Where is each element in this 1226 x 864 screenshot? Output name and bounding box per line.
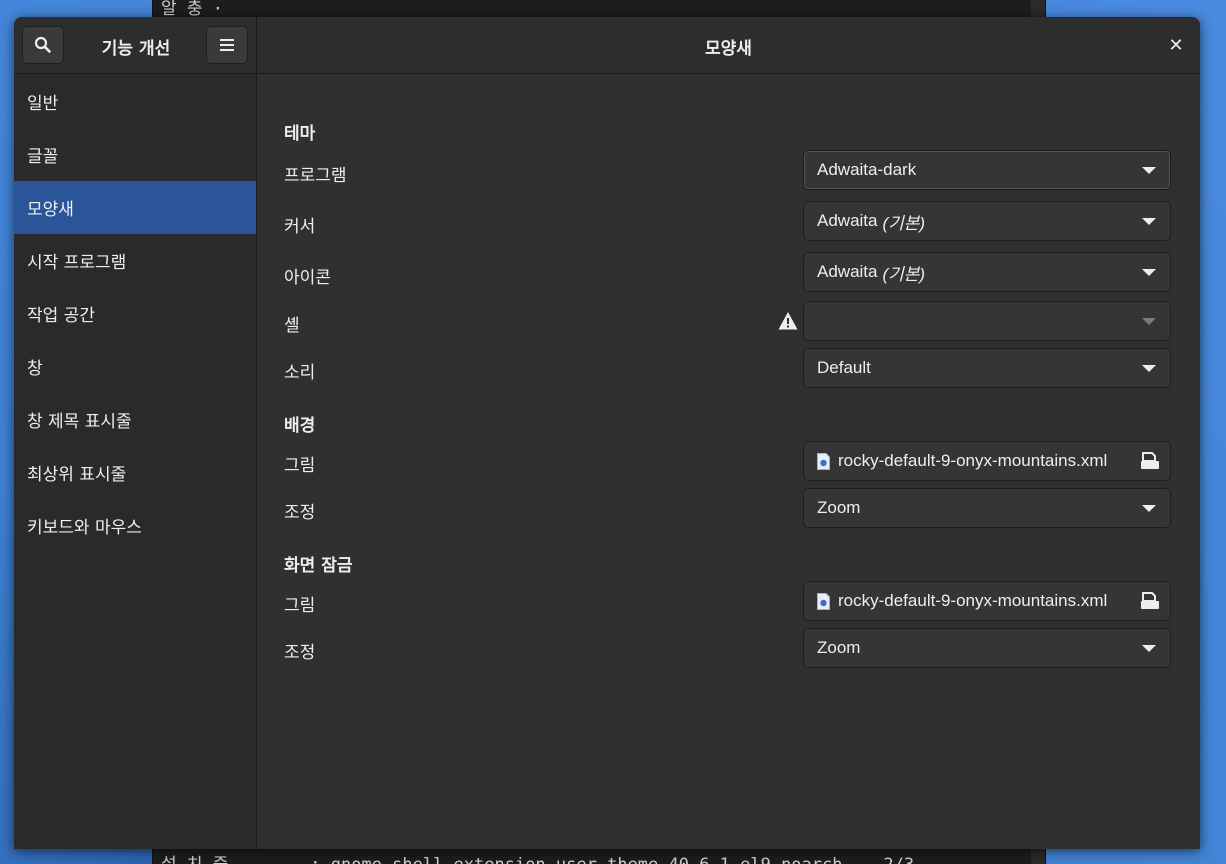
cursor-label: 커서 bbox=[284, 217, 316, 237]
background-adjustment-dropdown[interactable]: Zoom bbox=[803, 488, 1171, 528]
header-left: 기능 개선 bbox=[14, 17, 257, 74]
app-title: 기능 개선 bbox=[101, 39, 171, 59]
xml-file-icon bbox=[817, 452, 830, 470]
applications-theme-dropdown[interactable]: Adwaita-dark bbox=[803, 150, 1171, 190]
section-title-background: 배경 bbox=[284, 416, 316, 436]
chevron-down-icon bbox=[1142, 269, 1156, 276]
sidebar-item-top-bar[interactable]: 최상위 표시줄 bbox=[14, 446, 256, 499]
close-button[interactable]: ✕ bbox=[1166, 34, 1186, 56]
sound-theme-dropdown[interactable]: Default bbox=[803, 348, 1171, 388]
sidebar-item-keyboard-mouse[interactable]: 키보드와 마우스 bbox=[14, 499, 256, 552]
sidebar-item-startup-applications[interactable]: 시작 프로그램 bbox=[14, 234, 256, 287]
document-open-icon bbox=[1141, 452, 1159, 469]
sidebar-item-window-titlebars[interactable]: 창 제목 표시줄 bbox=[14, 393, 256, 446]
background-image-value: rocky-default-9-onyx-mountains.xml bbox=[838, 451, 1108, 470]
chevron-down-icon bbox=[1142, 167, 1156, 174]
lock-screen-adjustment-dropdown[interactable]: Zoom bbox=[803, 628, 1171, 668]
xml-file-icon bbox=[817, 592, 830, 610]
lock-screen-adjustment-label: 조정 bbox=[284, 643, 316, 663]
warning-icon bbox=[778, 312, 798, 330]
chevron-down-icon bbox=[1142, 218, 1156, 225]
close-icon: ✕ bbox=[1168, 34, 1184, 56]
chevron-down-icon bbox=[1142, 318, 1156, 325]
document-open-icon bbox=[1141, 592, 1159, 609]
section-title-themes: 테마 bbox=[284, 124, 316, 144]
chevron-down-icon bbox=[1142, 505, 1156, 512]
search-icon bbox=[34, 36, 51, 53]
background-adjustment-label: 조정 bbox=[284, 503, 316, 523]
chevron-down-icon bbox=[1142, 365, 1156, 372]
shell-theme-dropdown[interactable] bbox=[803, 301, 1171, 341]
icons-theme-default-note: (기본) bbox=[882, 264, 926, 284]
hamburger-menu-icon bbox=[220, 39, 234, 51]
icons-theme-dropdown[interactable]: Adwaita (기본) bbox=[803, 252, 1171, 292]
applications-label: 프로그램 bbox=[284, 166, 347, 186]
cursor-theme-value: Adwaita bbox=[817, 211, 878, 230]
sidebar-item-general[interactable]: 일반 bbox=[14, 75, 256, 128]
header-bar: 기능 개선 모양새 ✕ bbox=[14, 17, 1200, 74]
lock-screen-image-label: 그림 bbox=[284, 596, 316, 616]
background-image-chooser[interactable]: rocky-default-9-onyx-mountains.xml bbox=[803, 441, 1171, 481]
lock-screen-image-chooser[interactable]: rocky-default-9-onyx-mountains.xml bbox=[803, 581, 1171, 621]
menu-button[interactable] bbox=[206, 26, 248, 64]
cursor-theme-dropdown[interactable]: Adwaita (기본) bbox=[803, 201, 1171, 241]
sidebar: 일반 글꼴 모양새 시작 프로그램 작업 공간 창 창 제목 표시줄 최상위 표… bbox=[14, 75, 257, 849]
chevron-down-icon bbox=[1142, 645, 1156, 652]
sidebar-item-windows[interactable]: 창 bbox=[14, 340, 256, 393]
background-image-label: 그림 bbox=[284, 456, 316, 476]
sidebar-item-fonts[interactable]: 글꼴 bbox=[14, 128, 256, 181]
appearance-panel: 테마 프로그램 Adwaita-dark 커서 Adwaita (기본) 아이콘… bbox=[258, 75, 1200, 849]
lock-screen-image-value: rocky-default-9-onyx-mountains.xml bbox=[838, 591, 1108, 610]
page-title: 모양새 bbox=[705, 39, 752, 59]
icons-label: 아이콘 bbox=[284, 268, 331, 288]
tweaks-window: 기능 개선 모양새 ✕ 일반 글꼴 모양새 시작 프로그램 작업 공간 창 창 … bbox=[14, 17, 1200, 849]
sound-theme-value: Default bbox=[817, 358, 871, 377]
icons-theme-value: Adwaita bbox=[817, 262, 878, 281]
lock-screen-adjustment-value: Zoom bbox=[817, 638, 861, 657]
shell-label: 셸 bbox=[284, 316, 300, 336]
sound-label: 소리 bbox=[284, 363, 316, 383]
sidebar-item-appearance[interactable]: 모양새 bbox=[14, 181, 256, 234]
applications-theme-value: Adwaita-dark bbox=[817, 160, 917, 179]
terminal-bottom-line: 설 치 중 : gnome-shell-extension-user-theme… bbox=[161, 850, 914, 864]
search-button[interactable] bbox=[22, 26, 64, 64]
sidebar-item-workspaces[interactable]: 작업 공간 bbox=[14, 287, 256, 340]
cursor-theme-default-note: (기본) bbox=[882, 213, 926, 233]
background-adjustment-value: Zoom bbox=[817, 498, 861, 517]
section-title-lock-screen: 화면 잠금 bbox=[284, 556, 353, 576]
